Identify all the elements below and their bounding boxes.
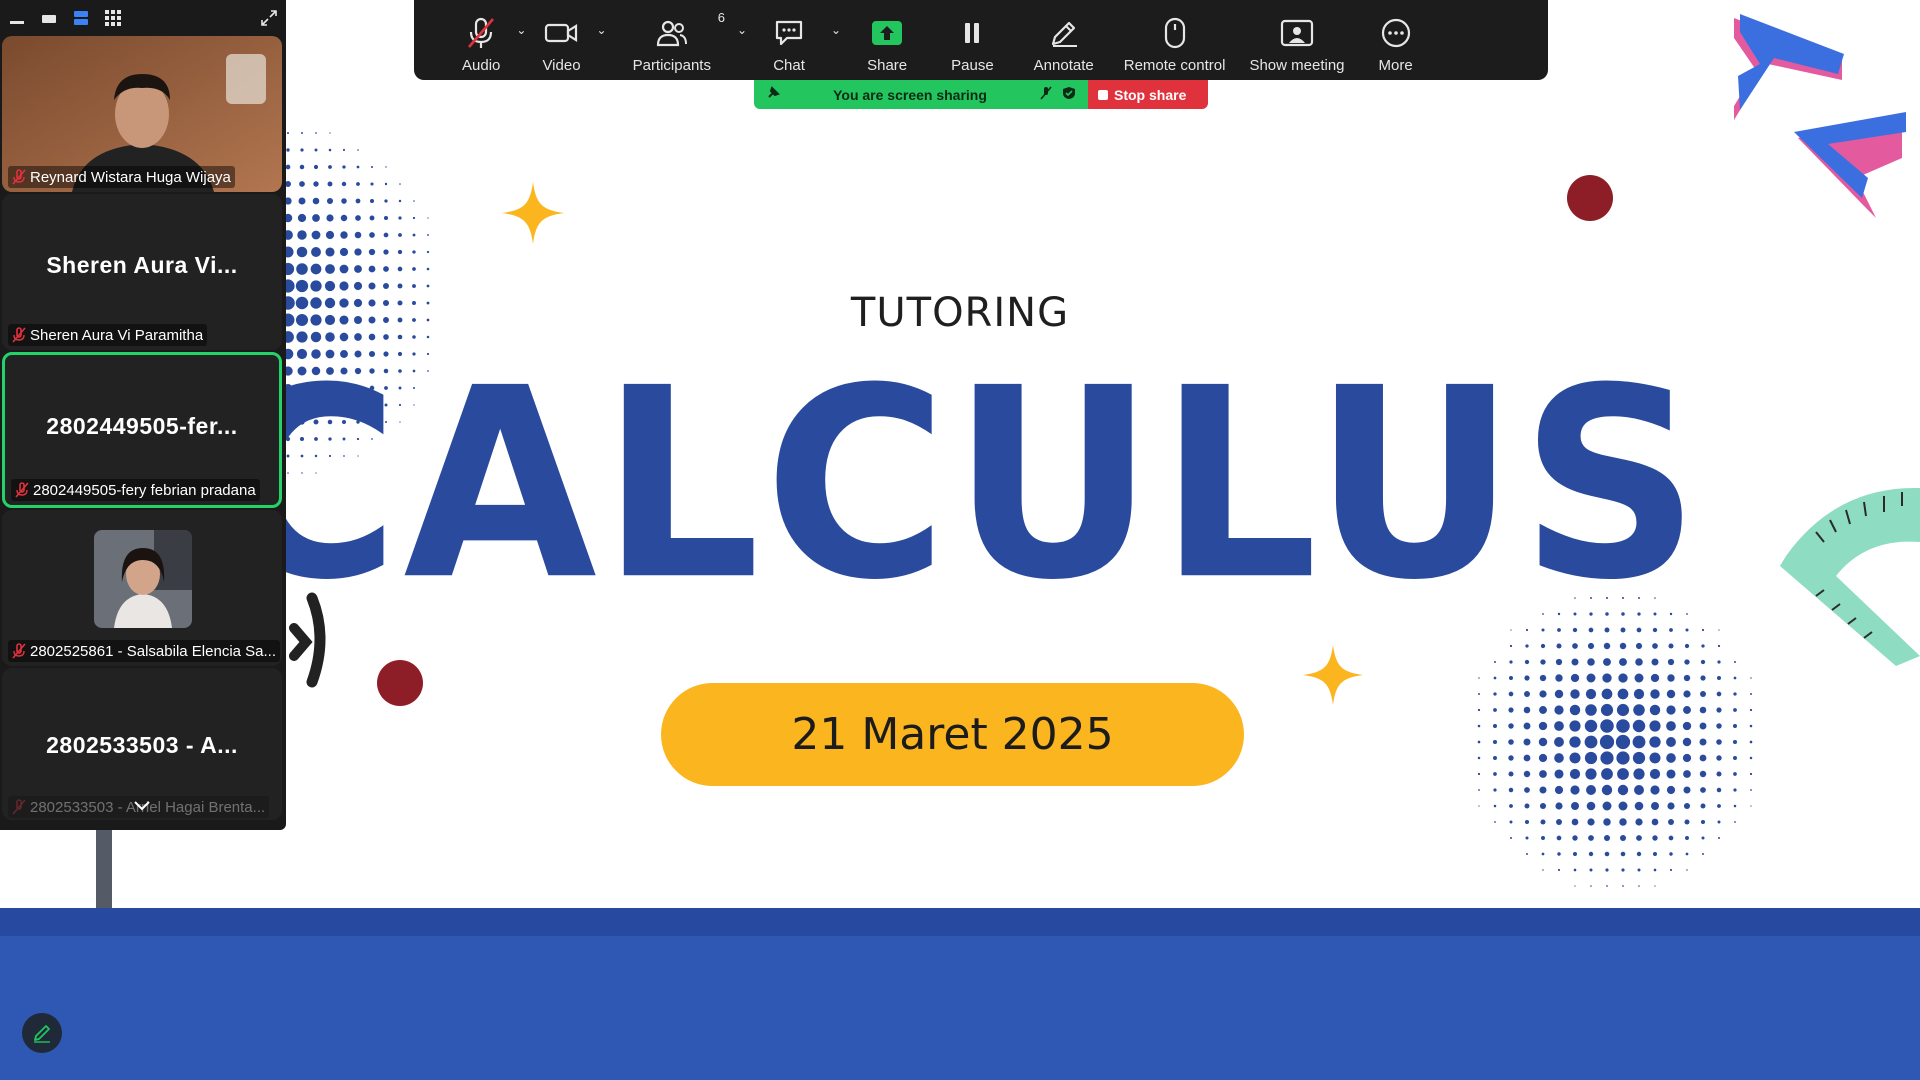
participant-tile[interactable]: 2802525861 - Salsabila Elencia Sa...	[2, 510, 282, 666]
slide-title: CALCULUS	[215, 331, 1705, 638]
video-label: Video	[542, 57, 581, 74]
slide-bottom-band	[0, 908, 1920, 1080]
share-status[interactable]: You are screen sharing	[754, 80, 1088, 109]
participants-button[interactable]: 6 Participants	[611, 0, 733, 80]
remote-control-button[interactable]: Remote control	[1112, 0, 1238, 80]
pen-icon	[34, 1025, 50, 1043]
red-dot-bottom	[377, 660, 423, 706]
audio-button[interactable]: Audio	[450, 0, 512, 80]
video-camera-icon	[544, 13, 578, 53]
audio-label: Audio	[462, 57, 501, 74]
microphone-muted-icon	[15, 482, 29, 498]
participant-avatar	[94, 530, 192, 628]
strip-view-icon[interactable]	[72, 9, 90, 27]
video-button[interactable]: Video	[530, 0, 592, 80]
participant-name: 2802525861 - Salsabila Elencia Sa...	[30, 642, 277, 660]
participant-name: Reynard Wistara Huga Wijaya	[30, 168, 231, 186]
more-icon	[1380, 13, 1412, 53]
sparkle-top-left	[502, 182, 564, 244]
stand-pole	[96, 820, 112, 910]
participant-tile-active[interactable]: 2802449505-fer... 2802449505-fery febria…	[2, 352, 282, 508]
share-status-text: You are screen sharing	[833, 86, 987, 103]
annotate-button[interactable]: Annotate	[1016, 0, 1112, 80]
microphone-muted-icon	[12, 327, 26, 343]
participant-tile[interactable]: Reynard Wistara Huga Wijaya	[2, 36, 282, 192]
minimize-icon[interactable]	[8, 9, 26, 27]
participant-name-tag: Reynard Wistara Huga Wijaya	[8, 166, 235, 188]
more-label: More	[1378, 57, 1413, 74]
remote-control-label: Remote control	[1123, 57, 1226, 74]
chevron-3d-shapes	[1734, 14, 1906, 218]
participants-count: 6	[717, 10, 725, 25]
halftone-dots-right	[1477, 596, 1753, 887]
participant-name-tag: 2802525861 - Salsabila Elencia Sa...	[8, 640, 281, 662]
red-dot-top	[1567, 175, 1613, 221]
annotate-label: Annotate	[1033, 57, 1094, 74]
more-button[interactable]: More	[1357, 0, 1435, 80]
pause-icon	[962, 13, 982, 53]
scroll-down-chevron-icon[interactable]	[130, 796, 154, 816]
microphone-muted-icon	[12, 643, 26, 659]
grid-view-icon[interactable]	[104, 9, 122, 27]
microphone-muted-icon	[12, 169, 26, 185]
participant-display-name: 2802533503 - A...	[46, 732, 238, 758]
video-options-chevron-icon[interactable]: ⌄	[593, 23, 611, 37]
participants-video-panel: Reynard Wistara Huga Wijaya Sheren Aura …	[0, 0, 286, 830]
pause-label: Pause	[951, 57, 994, 74]
date-pill: 21 Maret 2025	[661, 683, 1244, 786]
slide-subtitle: TUTORING	[850, 290, 1070, 336]
stop-icon	[1098, 89, 1108, 100]
participants-icon	[656, 13, 688, 53]
sparkle-bottom-right	[1303, 645, 1363, 705]
audio-options-chevron-icon[interactable]: ⌄	[512, 23, 530, 37]
microphone-muted-icon	[12, 799, 26, 815]
participant-name: 2802449505-fery febrian pradana	[33, 481, 256, 499]
participant-display-name: Sheren Aura Vi...	[46, 252, 238, 278]
show-meeting-label: Show meeting	[1249, 57, 1345, 74]
stop-share-label: Stop share	[1114, 86, 1187, 103]
participant-name: Sheren Aura Vi Paramitha	[30, 326, 204, 344]
pencil-icon	[1049, 13, 1079, 53]
chat-icon	[773, 13, 805, 53]
slide-date: 21 Maret 2025	[791, 709, 1114, 760]
chat-button[interactable]: Chat	[751, 0, 827, 80]
participants-options-chevron-icon[interactable]: ⌄	[733, 23, 751, 37]
microphone-muted-icon	[466, 13, 496, 53]
participant-display-name: 2802449505-fer...	[46, 413, 238, 439]
meeting-toolbar: Audio ⌄ Video ⌄ 6 Participants ⌄ Chat ⌄ …	[414, 0, 1548, 80]
share-label: Share	[867, 57, 908, 74]
microphone-muted-icon	[1040, 86, 1052, 103]
panel-controls	[0, 0, 286, 36]
chat-options-chevron-icon[interactable]: ⌄	[827, 23, 845, 37]
chat-label: Chat	[773, 57, 805, 74]
show-meeting-button[interactable]: Show meeting	[1237, 0, 1356, 80]
participants-label: Participants	[632, 57, 711, 74]
screen-share-banner: You are screen sharing Stop share	[754, 80, 1208, 109]
shield-check-icon	[1062, 86, 1076, 103]
pause-button[interactable]: Pause	[929, 0, 1016, 80]
participant-tile[interactable]: Sheren Aura Vi... Sheren Aura Vi Paramit…	[2, 194, 282, 350]
shared-slide: TUTORING CALCULUS 21 Maret 2025	[0, 0, 1920, 1080]
expand-icon[interactable]	[260, 9, 278, 27]
single-view-icon[interactable]	[40, 9, 58, 27]
share-screen-icon	[871, 13, 903, 53]
participant-name-tag: 2802449505-fery febrian pradana	[11, 479, 260, 501]
participant-name-tag: Sheren Aura Vi Paramitha	[8, 324, 208, 346]
mouse-icon	[1164, 13, 1186, 53]
annotate-pen-button[interactable]	[22, 1013, 62, 1053]
share-pin-icon	[766, 86, 780, 103]
stop-share-button[interactable]: Stop share	[1088, 80, 1208, 109]
share-button[interactable]: Share	[845, 0, 929, 80]
meeting-window-icon	[1280, 13, 1314, 53]
